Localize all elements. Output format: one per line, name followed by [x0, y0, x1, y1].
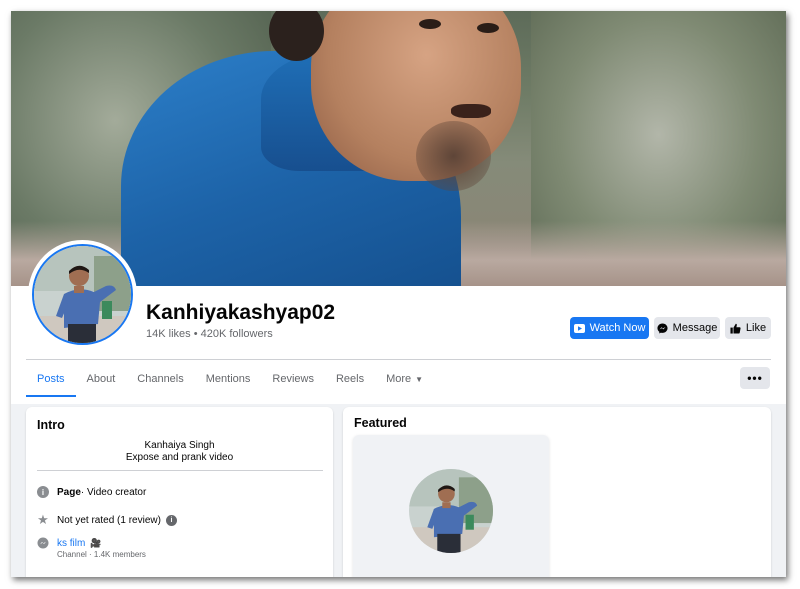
- film-camera-icon: 🎥: [90, 537, 102, 548]
- caret-down-icon: ▼: [415, 374, 424, 384]
- message-label: Message: [672, 322, 718, 334]
- featured-card: Featured: [343, 407, 771, 577]
- profile-tabs: Posts About Channels Mentions Reviews Re…: [26, 361, 434, 397]
- bio-name: Kanhaiya Singh: [144, 440, 215, 451]
- page-stats[interactable]: 14K likes • 420K followers: [146, 328, 273, 340]
- info-circle-icon: i: [37, 486, 49, 498]
- channel-name[interactable]: ks film: [57, 538, 85, 549]
- tab-reels[interactable]: Reels: [325, 361, 375, 397]
- watch-now-button[interactable]: Watch Now: [570, 317, 649, 339]
- avatar-photo: [34, 246, 131, 343]
- bio-text: Expose and prank video: [125, 452, 234, 463]
- intro-title: Intro: [37, 418, 65, 432]
- message-button[interactable]: Message: [654, 317, 720, 339]
- header-divider: [26, 359, 771, 360]
- page-category-row: i Page · Video creator: [37, 486, 146, 498]
- tab-more[interactable]: More ▼: [375, 361, 434, 397]
- tab-more-label: More: [386, 373, 412, 385]
- channel-row[interactable]: ks film 🎥: [37, 537, 102, 549]
- star-icon: ★: [37, 512, 49, 527]
- profile-avatar[interactable]: [28, 240, 137, 349]
- featured-title: Featured: [354, 416, 407, 430]
- thumbs-up-icon: [730, 323, 741, 334]
- featured-avatar: [409, 469, 493, 553]
- featured-item[interactable]: [353, 435, 549, 577]
- tab-channels[interactable]: Channels: [126, 361, 194, 397]
- page-title: Kanhiyakashyap02: [146, 301, 336, 324]
- intro-bio: Kanhaiya Singh Expose and prank video: [26, 440, 333, 464]
- page-category: · Video creator: [80, 486, 147, 498]
- more-options-button[interactable]: •••: [740, 367, 770, 389]
- intro-card: Intro Kanhaiya Singh Expose and prank vi…: [26, 407, 333, 577]
- tab-reviews[interactable]: Reviews: [261, 361, 325, 397]
- tab-mentions[interactable]: Mentions: [195, 361, 262, 397]
- page-frame: Kanhiyakashyap02 14K likes • 420K follow…: [11, 11, 786, 577]
- like-button[interactable]: Like: [725, 317, 771, 339]
- watch-now-label: Watch Now: [589, 322, 646, 334]
- like-label: Like: [745, 322, 767, 334]
- messenger-channel-icon: [37, 537, 49, 549]
- featured-photo: [409, 469, 493, 553]
- rating-text: Not yet rated (1 review): [57, 514, 161, 526]
- tab-about[interactable]: About: [76, 361, 127, 397]
- intro-divider: [37, 470, 323, 471]
- video-play-icon: [573, 323, 585, 333]
- rating-row: ★ Not yet rated (1 review) i: [37, 512, 177, 528]
- cover-photo[interactable]: [11, 11, 786, 286]
- tab-posts[interactable]: Posts: [26, 361, 76, 397]
- rating-info-icon[interactable]: i: [165, 514, 177, 526]
- messenger-icon: [657, 322, 668, 334]
- channel-subtitle: Channel · 1.4K members: [57, 550, 146, 559]
- page-label: Page: [57, 486, 81, 498]
